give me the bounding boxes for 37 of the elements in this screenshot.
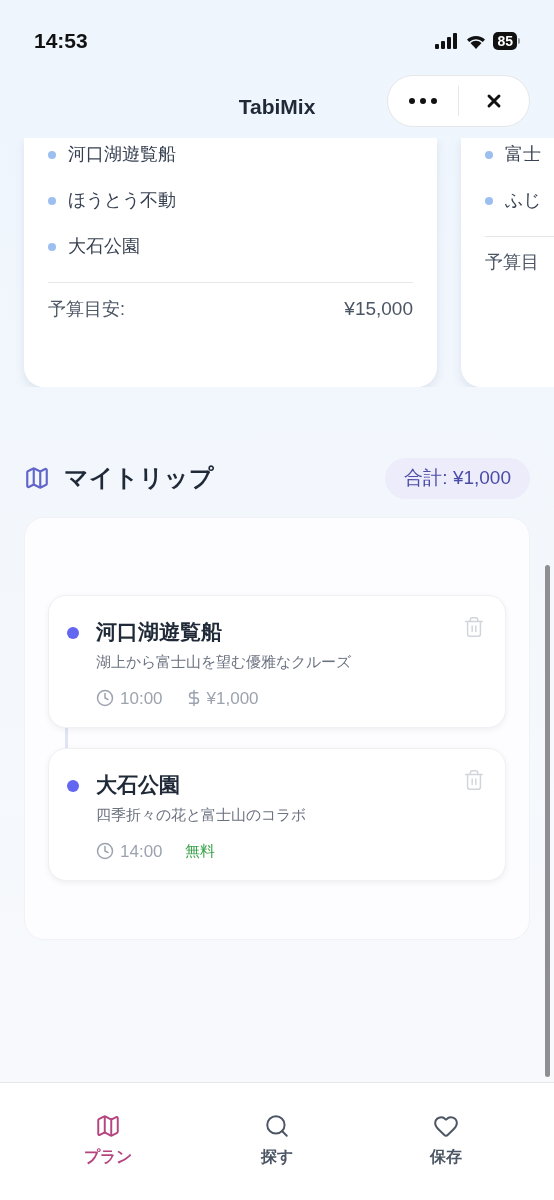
bullet-icon [48,196,56,205]
stop-price: ¥1,000 [206,687,259,710]
clock-icon [96,689,114,708]
map-icon [24,465,50,491]
spot-name: ふじ [505,189,541,212]
stop-time: 10:00 [120,687,163,710]
status-time: 14:53 [34,27,88,54]
tab-item[interactable]: 保存 [361,1113,530,1200]
clock-icon [96,842,114,861]
bullet-icon [48,150,56,159]
signal-icon [435,32,460,49]
more-icon [409,98,437,104]
budget-label: 予算目安: [48,297,125,321]
battery-icon: 85 [493,31,520,50]
stop-name: 大石公園 [96,772,181,798]
section-title: マイトリップ [64,463,214,493]
stop-description: 四季折々の花と富士山のコラボ [96,805,307,825]
bullet-icon [485,196,493,205]
stop-price: 無料 [184,841,215,861]
map-icon [95,1113,122,1139]
spot-name: 大石公園 [68,235,140,258]
tab-item[interactable]: 探す [192,1113,362,1200]
bullet-icon [485,150,493,159]
stop-description: 湖上から富士山を望む優雅なクルーズ [96,652,352,672]
spot-name: 富士 [505,143,541,166]
heart-icon [432,1113,459,1139]
budget-value: ¥15,000 [344,297,413,321]
app-title: TabiMix [238,93,316,120]
spot-name: ほうとう不動 [68,189,176,212]
bullet-icon [48,242,56,251]
budget-label: 予算目 [485,251,539,274]
stop-name: 河口湖遊覧船 [96,619,223,645]
search-icon [264,1113,290,1139]
tab-item[interactable]: プラン [24,1113,193,1200]
spot-name: 河口湖遊覧船 [68,143,176,166]
stop-time: 14:00 [120,840,163,863]
total-badge: 合計: ¥1,000 [385,457,530,499]
